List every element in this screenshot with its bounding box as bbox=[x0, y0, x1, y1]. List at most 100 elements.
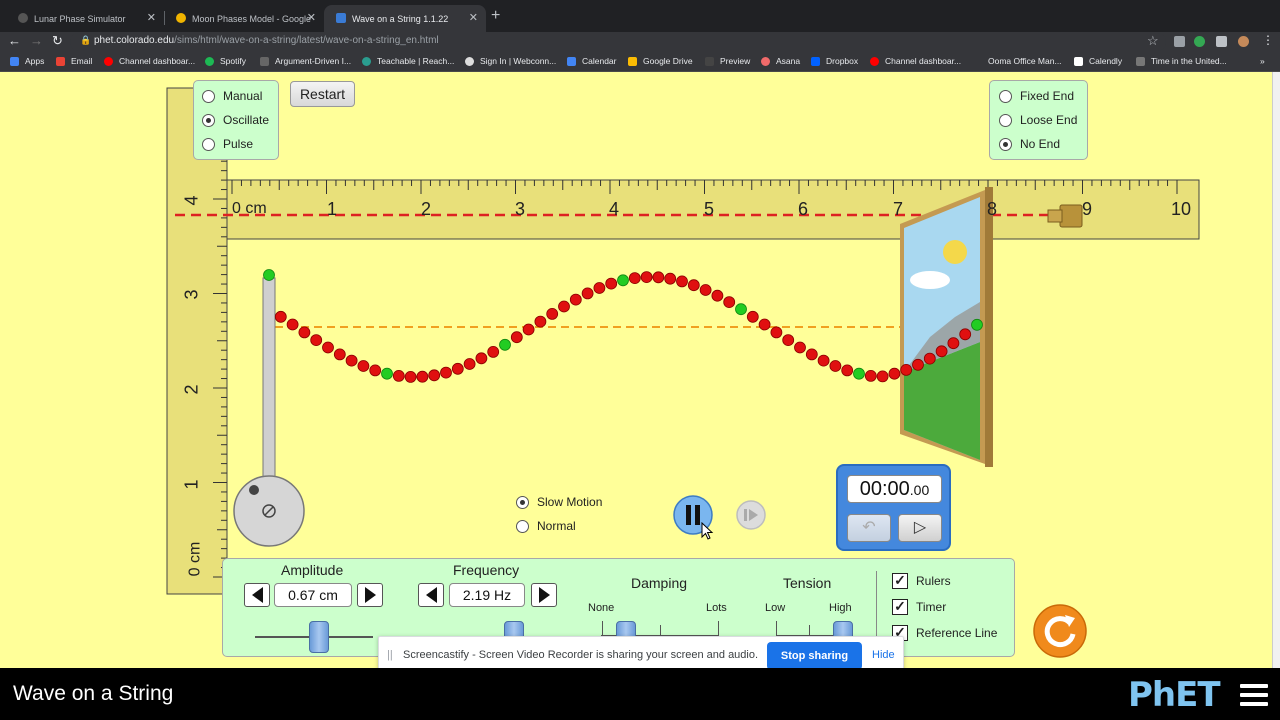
timer-fraction: .00 bbox=[909, 482, 930, 498]
bookmark-apps[interactable]: Apps bbox=[10, 56, 44, 66]
close-icon[interactable]: ✕ bbox=[469, 11, 478, 24]
mode-oscillate-radio[interactable]: Oscillate bbox=[202, 113, 269, 127]
bookmark-channel-1[interactable]: Channel dashboar... bbox=[104, 56, 195, 66]
string-bead bbox=[711, 289, 724, 302]
globe-icon bbox=[465, 56, 474, 66]
amplitude-increase-button[interactable] bbox=[357, 583, 383, 607]
no-end-radio[interactable]: No End bbox=[999, 137, 1060, 151]
radio-button[interactable] bbox=[516, 519, 529, 533]
reference-line-checkbox[interactable]: ✓ Reference Line bbox=[892, 625, 997, 641]
bookmark-email[interactable]: Email bbox=[56, 56, 92, 66]
string-bead bbox=[322, 341, 334, 354]
close-icon[interactable]: ✕ bbox=[307, 11, 316, 24]
bookmark-label: Calendar bbox=[582, 56, 617, 66]
page-scrollbar[interactable] bbox=[1272, 72, 1280, 668]
frequency-increase-button[interactable] bbox=[531, 583, 557, 607]
ruler-v-unit: 0 cm bbox=[186, 541, 204, 577]
reload-icon[interactable]: ↻ bbox=[52, 33, 63, 49]
extension-icon[interactable] bbox=[1174, 36, 1185, 47]
string-bead bbox=[463, 358, 476, 370]
radio-button[interactable] bbox=[999, 137, 1012, 151]
more-menu-icon[interactable]: ⋮ bbox=[1262, 33, 1274, 47]
bookmark-ooma[interactable]: Ooma Office Man... bbox=[988, 56, 1062, 66]
bookmark-star-icon[interactable]: ☆ bbox=[1147, 33, 1159, 49]
mode-manual-radio[interactable]: Manual bbox=[202, 89, 262, 103]
bookmark-argument-driven[interactable]: Argument-Driven I... bbox=[260, 56, 351, 66]
arrow-left-icon bbox=[425, 587, 437, 603]
vertical-ruler[interactable] bbox=[166, 87, 228, 595]
radio-button[interactable] bbox=[999, 113, 1012, 127]
string-bead bbox=[782, 334, 795, 347]
checkmark-icon[interactable]: ✓ bbox=[892, 599, 908, 615]
checkmark-icon[interactable]: ✓ bbox=[892, 573, 908, 589]
timer-reset-button[interactable]: ↶ bbox=[847, 514, 891, 542]
slider-tick bbox=[660, 625, 661, 635]
string-bead bbox=[687, 279, 700, 292]
ruler-h-tick: 5 bbox=[704, 199, 715, 219]
drag-handle-icon[interactable]: || bbox=[387, 649, 393, 661]
bookmark-google-drive[interactable]: Google Drive bbox=[628, 56, 693, 66]
rulers-checkbox[interactable]: ✓ Rulers bbox=[892, 573, 951, 589]
bookmark-webconnect[interactable]: Sign In | Webconn... bbox=[465, 56, 556, 66]
normal-speed-radio[interactable]: Normal bbox=[516, 519, 576, 533]
frequency-decrease-button[interactable] bbox=[418, 583, 444, 607]
slow-motion-radio[interactable]: Slow Motion bbox=[516, 495, 602, 509]
timer-checkbox[interactable]: ✓ Timer bbox=[892, 599, 946, 615]
mode-pulse-radio[interactable]: Pulse bbox=[202, 137, 253, 151]
hamburger-menu-icon[interactable] bbox=[1240, 684, 1268, 706]
bookmark-teachable[interactable]: Teachable | Reach... bbox=[362, 56, 454, 66]
bookmark-calendly[interactable]: Calendly bbox=[1074, 56, 1122, 66]
amplitude-decrease-button[interactable] bbox=[244, 583, 270, 607]
string-bead-marker bbox=[735, 303, 747, 316]
bookmark-channel-2[interactable]: Channel dashboar... bbox=[870, 56, 961, 66]
fixed-end-radio[interactable]: Fixed End bbox=[999, 89, 1074, 103]
string-bead bbox=[404, 370, 417, 383]
bookmarks-bar: Apps Email Channel dashboar... Spotify A… bbox=[0, 52, 1280, 72]
timer-panel[interactable]: 00:00.00 ↶ ▷ bbox=[836, 464, 951, 551]
ruler-h-tick: 2 bbox=[421, 199, 432, 219]
stop-sharing-button[interactable]: Stop sharing bbox=[767, 642, 862, 670]
radio-button[interactable] bbox=[202, 89, 215, 103]
restart-button[interactable]: Restart bbox=[290, 81, 355, 107]
bookmark-preview[interactable]: Preview bbox=[705, 56, 750, 66]
lock-icon[interactable]: 🔒 bbox=[80, 35, 91, 46]
hide-notification-link[interactable]: Hide bbox=[872, 649, 895, 661]
tab-wave-on-a-string[interactable]: Wave on a String 1.1.22 ✕ bbox=[324, 5, 486, 32]
youtube-icon bbox=[870, 56, 879, 66]
back-icon[interactable]: ← bbox=[8, 33, 21, 48]
bookmarks-overflow-icon[interactable]: » bbox=[1260, 56, 1265, 66]
damping-label: Damping bbox=[631, 575, 688, 591]
string-bead-marker[interactable] bbox=[263, 269, 275, 281]
oscillator-wrench[interactable] bbox=[233, 277, 305, 547]
loose-end-radio[interactable]: Loose End bbox=[999, 113, 1077, 127]
forward-icon[interactable]: → bbox=[30, 33, 43, 48]
bookmark-label: Time in the United... bbox=[1151, 56, 1227, 66]
bookmark-calendar[interactable]: Calendar bbox=[567, 56, 617, 66]
string-bead bbox=[676, 275, 688, 288]
bookmark-dropbox[interactable]: Dropbox bbox=[811, 56, 858, 66]
new-tab-icon[interactable]: + bbox=[491, 7, 500, 25]
string-beads[interactable] bbox=[263, 269, 983, 383]
reset-all-button[interactable] bbox=[1033, 604, 1087, 658]
radio-button[interactable] bbox=[999, 89, 1012, 103]
radio-button[interactable] bbox=[202, 137, 215, 151]
bookmark-spotify[interactable]: Spotify bbox=[205, 56, 246, 66]
mode-panel: Manual Oscillate Pulse bbox=[193, 80, 279, 160]
tab-moon-phases[interactable]: Moon Phases Model - Google ✕ bbox=[164, 5, 324, 32]
amplitude-slider-thumb[interactable] bbox=[309, 621, 329, 653]
bookmark-asana[interactable]: Asana bbox=[761, 56, 800, 66]
radio-button[interactable] bbox=[516, 495, 529, 509]
radio-button[interactable] bbox=[202, 113, 215, 127]
step-button[interactable] bbox=[735, 499, 767, 531]
close-icon[interactable]: ✕ bbox=[147, 11, 156, 24]
avatar[interactable] bbox=[1238, 36, 1249, 47]
tab-lunar-phase[interactable]: Lunar Phase Simulator ✕ bbox=[6, 5, 164, 32]
bookmark-time[interactable]: Time in the United... bbox=[1136, 56, 1227, 66]
timer-play-button[interactable]: ▷ bbox=[898, 514, 942, 542]
phet-logo[interactable]: PhET bbox=[1128, 675, 1221, 715]
tab-title: Moon Phases Model - Google bbox=[192, 13, 312, 24]
puzzle-icon[interactable] bbox=[1216, 36, 1227, 47]
grammarly-icon[interactable] bbox=[1194, 36, 1205, 47]
url-text[interactable]: phet.colorado.edu/sims/html/wave-on-a-st… bbox=[94, 35, 439, 46]
ruler-h-tick: 7 bbox=[893, 199, 904, 219]
